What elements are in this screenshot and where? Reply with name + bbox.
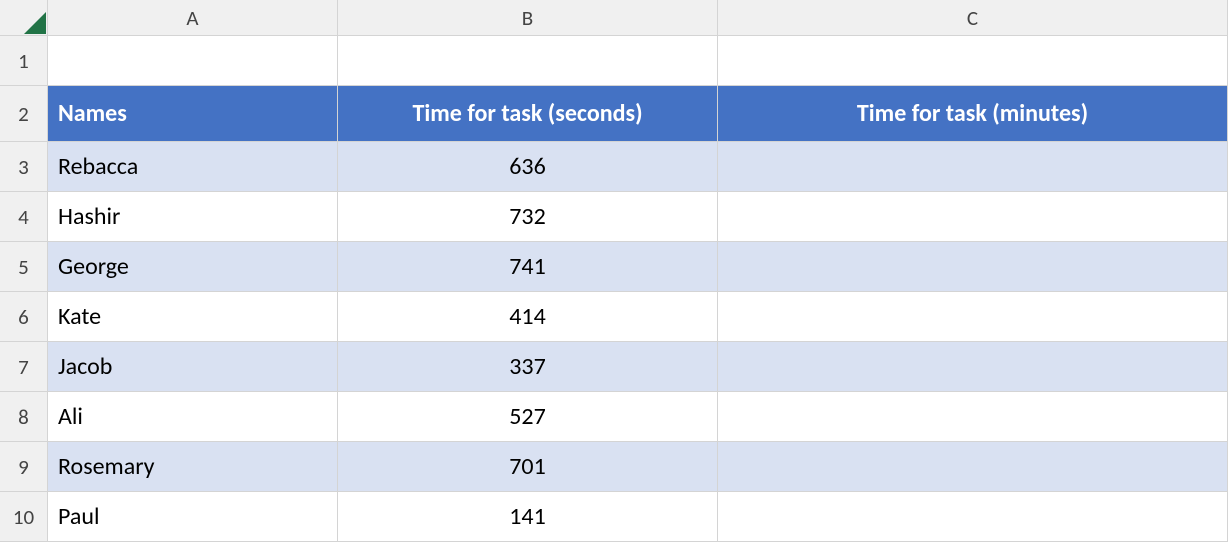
cell-c1[interactable] — [718, 36, 1228, 86]
cell-b1[interactable] — [338, 36, 718, 86]
cell-b5[interactable]: 741 — [338, 242, 718, 292]
column-header-a[interactable]: A — [48, 0, 338, 36]
row-header-3[interactable]: 3 — [0, 142, 48, 192]
column-header-b[interactable]: B — [338, 0, 718, 36]
row-header-4[interactable]: 4 — [0, 192, 48, 242]
select-all-corner[interactable] — [0, 0, 48, 36]
cell-a3[interactable]: Rebacca — [48, 142, 338, 192]
cell-c8[interactable] — [718, 392, 1228, 442]
cell-b8[interactable]: 527 — [338, 392, 718, 442]
row-header-6[interactable]: 6 — [0, 292, 48, 342]
row-header-5[interactable]: 5 — [0, 242, 48, 292]
cell-c10[interactable] — [718, 492, 1228, 542]
cell-c5[interactable] — [718, 242, 1228, 292]
cell-c3[interactable] — [718, 142, 1228, 192]
cell-a1[interactable] — [48, 36, 338, 86]
row-header-8[interactable]: 8 — [0, 392, 48, 442]
cell-b4[interactable]: 732 — [338, 192, 718, 242]
column-header-c[interactable]: C — [718, 0, 1228, 36]
cell-b9[interactable]: 701 — [338, 442, 718, 492]
cell-a9[interactable]: Rosemary — [48, 442, 338, 492]
cell-a4[interactable]: Hashir — [48, 192, 338, 242]
cell-a5[interactable]: George — [48, 242, 338, 292]
cell-c7[interactable] — [718, 342, 1228, 392]
cell-c9[interactable] — [718, 442, 1228, 492]
cell-b3[interactable]: 636 — [338, 142, 718, 192]
row-header-7[interactable]: 7 — [0, 342, 48, 392]
cell-c4[interactable] — [718, 192, 1228, 242]
spreadsheet-grid: A B C 1 2 Names Time for task (seconds) … — [0, 0, 1229, 542]
cell-a8[interactable]: Ali — [48, 392, 338, 442]
cell-b7[interactable]: 337 — [338, 342, 718, 392]
table-header-names[interactable]: Names — [48, 86, 338, 142]
table-header-minutes[interactable]: Time for task (minutes) — [718, 86, 1228, 142]
table-header-seconds[interactable]: Time for task (seconds) — [338, 86, 718, 142]
row-header-1[interactable]: 1 — [0, 36, 48, 86]
cell-b6[interactable]: 414 — [338, 292, 718, 342]
cell-a6[interactable]: Kate — [48, 292, 338, 342]
row-header-2[interactable]: 2 — [0, 86, 48, 142]
row-header-9[interactable]: 9 — [0, 442, 48, 492]
cell-c6[interactable] — [718, 292, 1228, 342]
cell-a10[interactable]: Paul — [48, 492, 338, 542]
cell-a7[interactable]: Jacob — [48, 342, 338, 392]
row-header-10[interactable]: 10 — [0, 492, 48, 542]
cell-b10[interactable]: 141 — [338, 492, 718, 542]
